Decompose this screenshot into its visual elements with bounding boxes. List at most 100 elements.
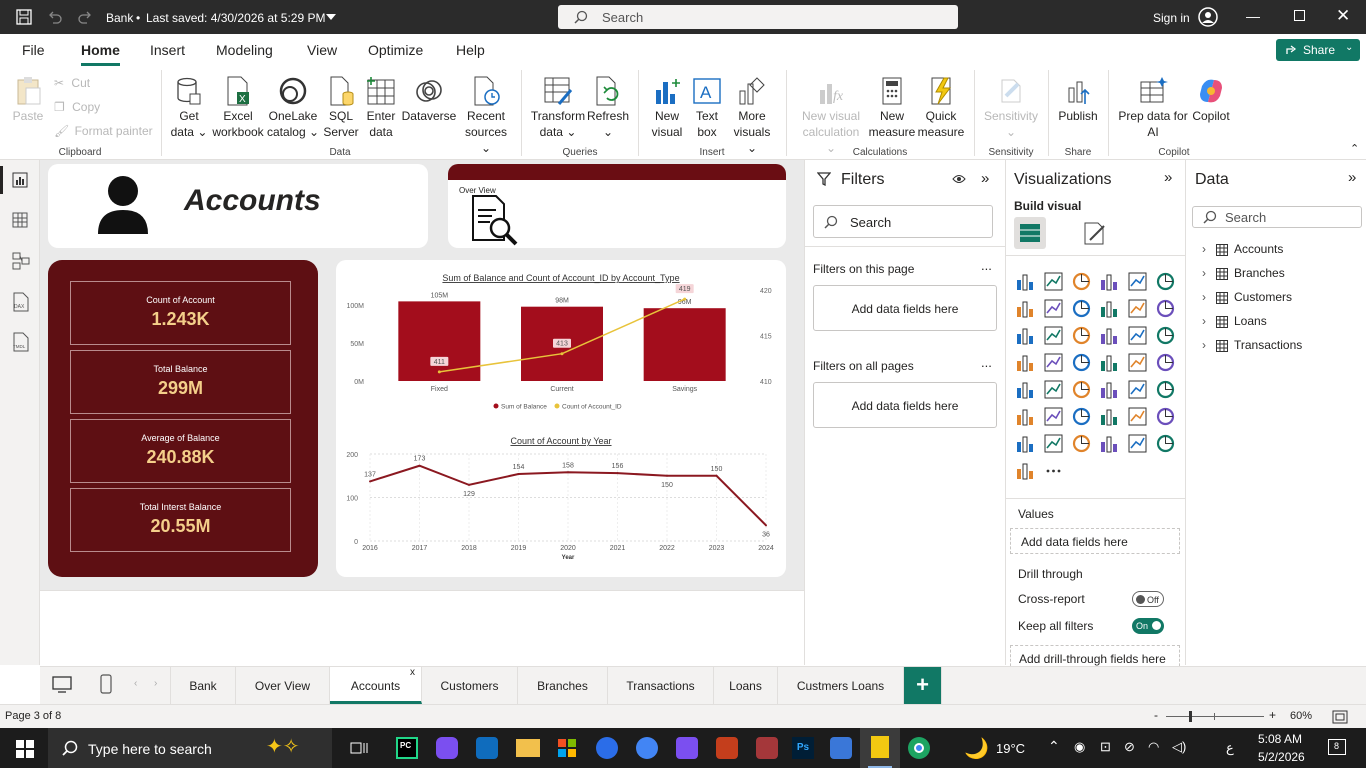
- excel-workbook-button[interactable]: X Excel workbook: [210, 76, 266, 140]
- line-column-visual-icon[interactable]: [1128, 299, 1147, 318]
- copilot-button[interactable]: Copilot: [1190, 76, 1232, 124]
- scroll-right-icon[interactable]: ›: [154, 678, 157, 689]
- scatter-visual-icon[interactable]: [1100, 326, 1119, 345]
- table-visual-icon[interactable]: [1072, 380, 1091, 399]
- transform-data-button[interactable]: Transform data ⌄: [530, 76, 586, 140]
- paginated-visual-icon[interactable]: [1128, 407, 1147, 426]
- tab-home[interactable]: Home: [81, 42, 120, 58]
- save-icon[interactable]: [16, 9, 32, 25]
- page-tab[interactable]: Custmers Loans: [778, 667, 904, 704]
- qa-visual-icon[interactable]: [1072, 407, 1091, 426]
- clustered-column-visual-icon[interactable]: [1100, 272, 1119, 291]
- share-button[interactable]: Share ⌄: [1276, 39, 1360, 61]
- pie-visual-icon[interactable]: [1128, 326, 1147, 345]
- kpi-card[interactable]: Average of Balance 240.88K: [70, 419, 291, 483]
- tray-icon[interactable]: ⊘: [1124, 739, 1135, 755]
- matrix-visual-icon[interactable]: [1100, 380, 1119, 399]
- chevron-down-icon[interactable]: [326, 14, 336, 20]
- file-explorer-icon[interactable]: [516, 739, 540, 757]
- zoom-slider-thumb[interactable]: [1189, 711, 1192, 722]
- tab-view[interactable]: View: [307, 42, 337, 58]
- tray-icon[interactable]: ◉: [1074, 739, 1085, 755]
- zoom-slider[interactable]: [1166, 716, 1264, 717]
- page-tab[interactable]: Loans: [714, 667, 778, 704]
- browser-icon[interactable]: [636, 737, 658, 759]
- zoom-out-button[interactable]: -: [1154, 708, 1158, 722]
- tray-icon[interactable]: ⊡: [1100, 739, 1111, 755]
- donut-visual-icon[interactable]: [1156, 326, 1175, 345]
- cut-button[interactable]: ✂ Cut: [54, 75, 90, 91]
- tmdl-view-icon[interactable]: TMDL: [12, 332, 30, 352]
- line-chart[interactable]: Count of Account by Year 0 100 200 2016 2017 2…: [336, 430, 786, 575]
- new-measure-button[interactable]: New measure: [868, 76, 916, 140]
- stacked-bar-visual-icon[interactable]: [1016, 272, 1035, 291]
- kpi-card[interactable]: Total Interst Balance 20.55M: [70, 488, 291, 552]
- enter-data-button[interactable]: Enter data: [362, 76, 400, 140]
- new-visual-button[interactable]: New visual: [646, 76, 688, 140]
- tab-help[interactable]: Help: [456, 42, 485, 58]
- tab-optimize[interactable]: Optimize: [368, 42, 423, 58]
- narrative-visual-icon[interactable]: [1100, 407, 1119, 426]
- maximize-button[interactable]: [1294, 10, 1305, 21]
- map-visual-icon[interactable]: [1044, 353, 1063, 372]
- fit-to-page-icon[interactable]: [1332, 710, 1348, 724]
- more-visuals-button[interactable]: More visuals ⌄: [728, 76, 776, 156]
- format-visual-icon[interactable]: [1082, 220, 1108, 246]
- all-pages-filter-drop-zone[interactable]: Add data fields here: [813, 382, 997, 428]
- image-visual-icon[interactable]: [1100, 434, 1119, 453]
- pycharm-icon[interactable]: PC: [396, 737, 418, 759]
- zoom-in-button[interactable]: +: [1269, 708, 1276, 722]
- 100-area-visual-icon[interactable]: [1100, 299, 1119, 318]
- prep-data-ai-button[interactable]: Prep data for AI: [1114, 76, 1192, 140]
- data-table-item[interactable]: › Customers: [1202, 290, 1292, 304]
- kpi-card[interactable]: Total Balance 299M: [70, 350, 291, 414]
- format-painter-button[interactable]: 🖌 Format painter: [54, 123, 153, 139]
- more-visual-icon[interactable]: [1044, 461, 1063, 480]
- clock-time[interactable]: 5:08 AM: [1258, 732, 1302, 746]
- data-table-item[interactable]: › Loans: [1202, 314, 1267, 328]
- photoshop-icon[interactable]: Ps: [792, 737, 814, 759]
- 100-column-visual-icon[interactable]: [1156, 272, 1175, 291]
- more-options-icon[interactable]: ...: [981, 355, 992, 370]
- gauge-visual-icon[interactable]: [1100, 353, 1119, 372]
- kpi-card[interactable]: Count of Account 1.243K: [70, 281, 291, 345]
- page-tab[interactable]: Branches: [518, 667, 608, 704]
- cross-report-toggle[interactable]: Off: [1132, 591, 1164, 607]
- values-drop-zone[interactable]: Add data fields here: [1010, 528, 1180, 554]
- waterfall-visual-icon[interactable]: [1044, 326, 1063, 345]
- tab-modeling[interactable]: Modeling: [216, 42, 273, 58]
- copilot-app-icon[interactable]: [436, 737, 458, 759]
- stacked-column-visual-icon[interactable]: [1044, 272, 1063, 291]
- azure-map-visual-icon[interactable]: [1128, 434, 1147, 453]
- last-saved[interactable]: Last saved: 4/30/2026 at 5:29 PM: [146, 11, 325, 25]
- data-table-item[interactable]: › Accounts: [1202, 242, 1283, 256]
- card-visual-icon[interactable]: [1128, 353, 1147, 372]
- data-table-item[interactable]: › Branches: [1202, 266, 1285, 280]
- combo-chart[interactable]: Sum of Balance and Count of Account_ID b…: [336, 260, 786, 420]
- sql-server-button[interactable]: SQL Server: [320, 76, 362, 140]
- page-tab-active[interactable]: Accounts x: [330, 667, 422, 704]
- undo-icon[interactable]: [48, 10, 62, 24]
- sensitivity-button[interactable]: Sensitivity ⌄: [982, 76, 1040, 140]
- eye-icon[interactable]: [952, 173, 966, 185]
- filters-search-input[interactable]: Search: [813, 205, 993, 238]
- account-icon[interactable]: [1198, 7, 1218, 27]
- clustered-bar-visual-icon[interactable]: [1072, 272, 1091, 291]
- keep-filters-toggle[interactable]: On: [1132, 618, 1164, 634]
- task-view-icon[interactable]: [350, 740, 368, 756]
- publish-button[interactable]: Publish: [1054, 76, 1102, 124]
- report-visual-icon[interactable]: [1016, 434, 1035, 453]
- diamond-visual-icon[interactable]: [1156, 434, 1175, 453]
- file-name[interactable]: Bank: [106, 11, 133, 25]
- stacked-area-visual-icon[interactable]: [1072, 299, 1091, 318]
- line-clustered-visual-icon[interactable]: [1156, 299, 1175, 318]
- page-tab[interactable]: Bank: [170, 667, 236, 704]
- add-page-button[interactable]: +: [904, 667, 942, 704]
- multi-row-card-visual-icon[interactable]: [1156, 353, 1175, 372]
- close-tab-icon[interactable]: x: [410, 654, 415, 692]
- chrome-icon[interactable]: [908, 737, 930, 759]
- goals-visual-icon[interactable]: [1156, 407, 1175, 426]
- redo-icon[interactable]: [78, 10, 92, 24]
- refresh-button[interactable]: Refresh ⌄: [586, 76, 630, 140]
- minimize-button[interactable]: —: [1246, 8, 1260, 24]
